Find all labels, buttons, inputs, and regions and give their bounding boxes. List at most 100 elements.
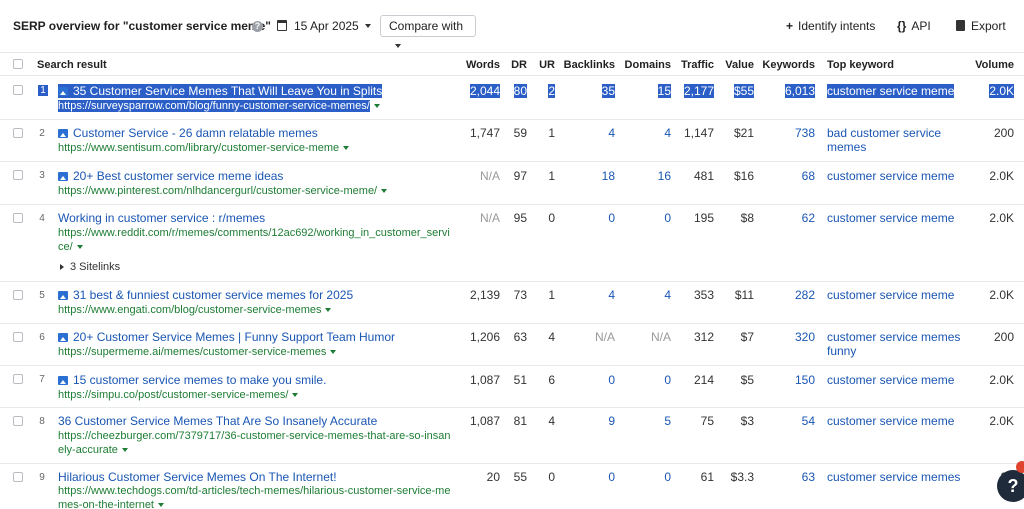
top-keyword-link[interactable]: customer service memes funny	[827, 330, 960, 358]
top-keyword-link[interactable]: customer service memes	[827, 470, 960, 484]
backlinks-link[interactable]: 4	[560, 126, 615, 140]
result-title-link[interactable]: 15 customer service memes to make you sm…	[58, 373, 326, 387]
api-button[interactable]: {} API	[897, 19, 931, 33]
result-title-link[interactable]: Customer Service - 26 damn relatable mem…	[58, 126, 318, 140]
chevron-down-icon[interactable]	[343, 146, 350, 150]
col-volume[interactable]: Volume	[966, 59, 1014, 71]
backlinks-link[interactable]: 0	[560, 211, 615, 225]
table-row[interactable]: 2 Customer Service - 26 damn relatable m…	[0, 120, 1024, 162]
top-keyword-link[interactable]: customer service meme	[827, 288, 954, 302]
result-url[interactable]: https://www.reddit.com/r/memes/comments/…	[58, 226, 450, 254]
result-url[interactable]: https://www.pinterest.com/nlhdancergurl/…	[58, 184, 388, 198]
backlinks-link[interactable]: 4	[560, 288, 615, 302]
chevron-down-icon[interactable]	[325, 308, 332, 312]
result-title-link[interactable]: Hilarious Customer Service Memes On The …	[58, 470, 337, 484]
col-backlinks[interactable]: Backlinks	[560, 59, 615, 71]
col-traffic[interactable]: Traffic	[676, 59, 714, 71]
row-checkbox[interactable]	[13, 213, 23, 223]
result-title-link[interactable]: 20+ Best customer service meme ideas	[58, 169, 283, 183]
chevron-down-icon[interactable]	[292, 393, 299, 397]
result-url[interactable]: https://www.sentisum.com/library/custome…	[58, 141, 350, 155]
col-search-result[interactable]: Search result	[37, 59, 107, 71]
top-keyword-link[interactable]: customer service meme	[827, 414, 954, 428]
date-picker[interactable]: 15 Apr 2025	[277, 19, 371, 33]
domains-link[interactable]: 4	[620, 288, 671, 302]
col-domains[interactable]: Domains	[620, 59, 671, 71]
chevron-down-icon[interactable]	[330, 350, 337, 354]
backlinks-link[interactable]: 9	[560, 414, 615, 428]
result-title-link[interactable]: Working in customer service : r/memes	[58, 211, 265, 225]
keywords-link[interactable]: 68	[760, 169, 815, 183]
backlinks-link[interactable]: 0	[560, 373, 615, 387]
words-value: 1,087	[469, 414, 500, 428]
col-words[interactable]: Words	[460, 59, 500, 71]
keywords-link[interactable]: 150	[760, 373, 815, 387]
table-row[interactable]: 6 20+ Customer Service Memes | Funny Sup…	[0, 324, 1024, 366]
row-checkbox[interactable]	[13, 128, 23, 138]
result-url[interactable]: https://www.techdogs.com/td-articles/tec…	[58, 484, 450, 509]
backlinks-link[interactable]: 35	[601, 84, 615, 98]
table-row[interactable]: 1 35 Customer Service Memes That Will Le…	[0, 77, 1024, 120]
keywords-link[interactable]: 54	[760, 414, 815, 428]
keywords-link[interactable]: 320	[760, 330, 815, 344]
row-checkbox[interactable]	[13, 472, 23, 482]
domains-link[interactable]: 0	[620, 373, 671, 387]
domains-link[interactable]: 15	[657, 84, 671, 98]
domains-link[interactable]: 5	[620, 414, 671, 428]
col-ur[interactable]: UR	[535, 59, 555, 71]
keywords-link[interactable]: 738	[760, 126, 815, 140]
top-keyword-link[interactable]: customer service meme	[827, 373, 954, 387]
chevron-down-icon[interactable]	[121, 448, 128, 452]
keywords-link[interactable]: 282	[760, 288, 815, 302]
backlinks-link[interactable]: 0	[560, 470, 615, 484]
chevron-down-icon[interactable]	[76, 245, 83, 249]
row-checkbox[interactable]	[13, 85, 23, 95]
col-keywords[interactable]: Keywords	[760, 59, 815, 71]
identify-intents-button[interactable]: + Identify intents	[786, 19, 875, 33]
col-top-keyword[interactable]: Top keyword	[827, 59, 894, 71]
keywords-link[interactable]: 62	[760, 211, 815, 225]
chevron-down-icon[interactable]	[381, 189, 388, 193]
row-checkbox[interactable]	[13, 374, 23, 384]
table-row[interactable]: 3 20+ Best customer service meme ideas h…	[0, 162, 1024, 205]
domains-link[interactable]: 4	[620, 126, 671, 140]
top-keyword-link[interactable]: customer service meme	[827, 211, 954, 225]
chevron-down-icon[interactable]	[373, 104, 380, 108]
row-checkbox[interactable]	[13, 416, 23, 426]
top-keyword-link[interactable]: customer service meme	[827, 169, 954, 183]
table-row[interactable]: 4 Working in customer service : r/memes …	[0, 205, 1024, 282]
domains-link[interactable]: 0	[620, 211, 671, 225]
table-row[interactable]: 9 Hilarious Customer Service Memes On Th…	[0, 464, 1024, 509]
result-title-link[interactable]: 35 Customer Service Memes That Will Leav…	[58, 84, 383, 98]
result-url[interactable]: https://surveysparrow.com/blog/funny-cus…	[58, 99, 380, 113]
result-title-link[interactable]: 20+ Customer Service Memes | Funny Suppo…	[58, 330, 395, 344]
row-checkbox[interactable]	[13, 332, 23, 342]
sitelinks-toggle[interactable]: 3 Sitelinks	[60, 261, 120, 273]
compare-with-dropdown[interactable]: Compare with	[380, 15, 476, 48]
row-checkbox[interactable]	[13, 290, 23, 300]
help-chat-button[interactable]: ?	[997, 470, 1024, 502]
help-icon[interactable]: ?	[252, 21, 263, 32]
result-title-link[interactable]: 36 Customer Service Memes That Are So In…	[58, 414, 377, 428]
result-url[interactable]: https://cheezburger.com/7379717/36-custo…	[58, 429, 451, 457]
table-row[interactable]: 5 31 best & funniest customer service me…	[0, 282, 1024, 324]
table-row[interactable]: 7 15 customer service memes to make you …	[0, 366, 1024, 408]
result-url[interactable]: https://supermeme.ai/memes/customer-serv…	[58, 345, 337, 359]
domains-link[interactable]: 16	[620, 169, 671, 183]
top-keyword-link[interactable]: bad customer service memes	[827, 126, 941, 154]
backlinks-link[interactable]: 18	[560, 169, 615, 183]
col-dr[interactable]: DR	[505, 59, 527, 71]
top-keyword-link[interactable]: customer service meme	[827, 84, 955, 98]
row-checkbox[interactable]	[13, 170, 23, 180]
result-url[interactable]: https://simpu.co/post/customer-service-m…	[58, 388, 299, 402]
chevron-down-icon[interactable]	[158, 503, 164, 507]
select-all-checkbox[interactable]	[13, 59, 23, 69]
domains-link[interactable]: 0	[620, 470, 671, 484]
export-button[interactable]: Export	[956, 19, 1006, 33]
result-url[interactable]: https://www.engati.com/blog/customer-ser…	[58, 303, 332, 317]
result-title-link[interactable]: 31 best & funniest customer service meme…	[58, 288, 353, 302]
table-row[interactable]: 8 36 Customer Service Memes That Are So …	[0, 408, 1024, 464]
keywords-link[interactable]: 63	[760, 470, 815, 484]
col-value[interactable]: Value	[720, 59, 754, 71]
keywords-link[interactable]: 6,013	[784, 84, 815, 98]
